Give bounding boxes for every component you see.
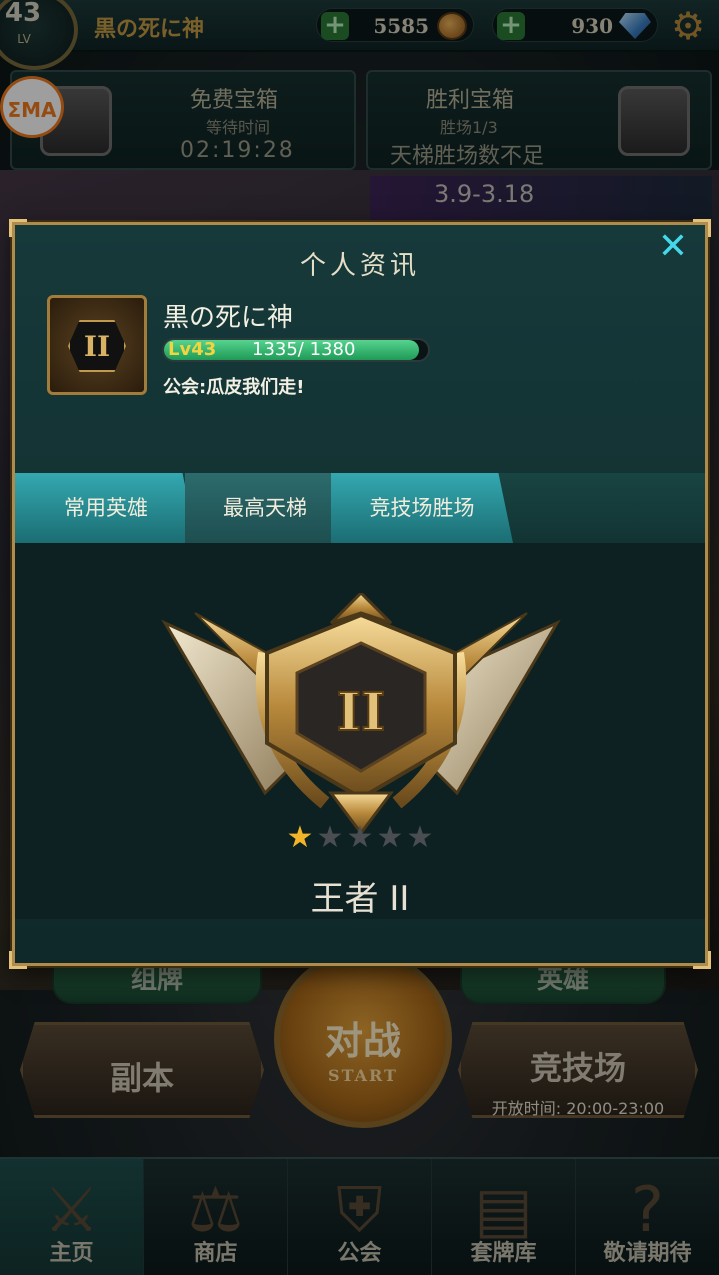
frame-corner (693, 951, 711, 969)
frame-corner (9, 951, 27, 969)
frame-corner (693, 219, 711, 237)
star-empty-icon: ★ (406, 820, 434, 855)
frame-corner (9, 219, 27, 237)
profile-tabs: 常用英雄 最高天梯 竞技场胜场 (15, 473, 705, 543)
tab-common-heroes[interactable]: 常用英雄 (15, 473, 197, 543)
modal-title: 个人资讯 (299, 251, 420, 281)
star-empty-icon: ★ (316, 820, 344, 855)
profile-modal: 个人资讯 ✕ II 黒の死に神 Lv43 1335/ 1380 公会:瓜皮我们走… (9, 219, 711, 969)
rank-emblem-icon: II (161, 593, 561, 833)
close-icon[interactable]: ✕ (655, 229, 691, 265)
profile-name: 黒の死に神 (163, 303, 294, 333)
rank-name: 王者 II (310, 879, 410, 919)
star-empty-icon: ★ (376, 820, 404, 855)
xp-bar: Lv43 1335/ 1380 (162, 338, 430, 362)
profile-guild: 公会:瓜皮我们走! (163, 377, 305, 398)
emblem-numeral: II (337, 682, 386, 743)
star-filled-icon: ★ (286, 820, 314, 855)
avatar[interactable]: II (47, 295, 147, 395)
profile-level: Lv43 (168, 339, 217, 360)
star-empty-icon: ★ (346, 820, 374, 855)
tab-arena-wins[interactable]: 竞技场胜场 (331, 473, 513, 543)
profile-xp: 1335/ 1380 (252, 339, 356, 360)
tab-highest-ladder[interactable]: 最高天梯 (185, 473, 345, 543)
rank-stars: ★ ★ ★ ★ ★ (285, 823, 435, 853)
rank-frame-icon: II (68, 320, 126, 372)
avatar-rank-numeral: II (83, 330, 111, 363)
